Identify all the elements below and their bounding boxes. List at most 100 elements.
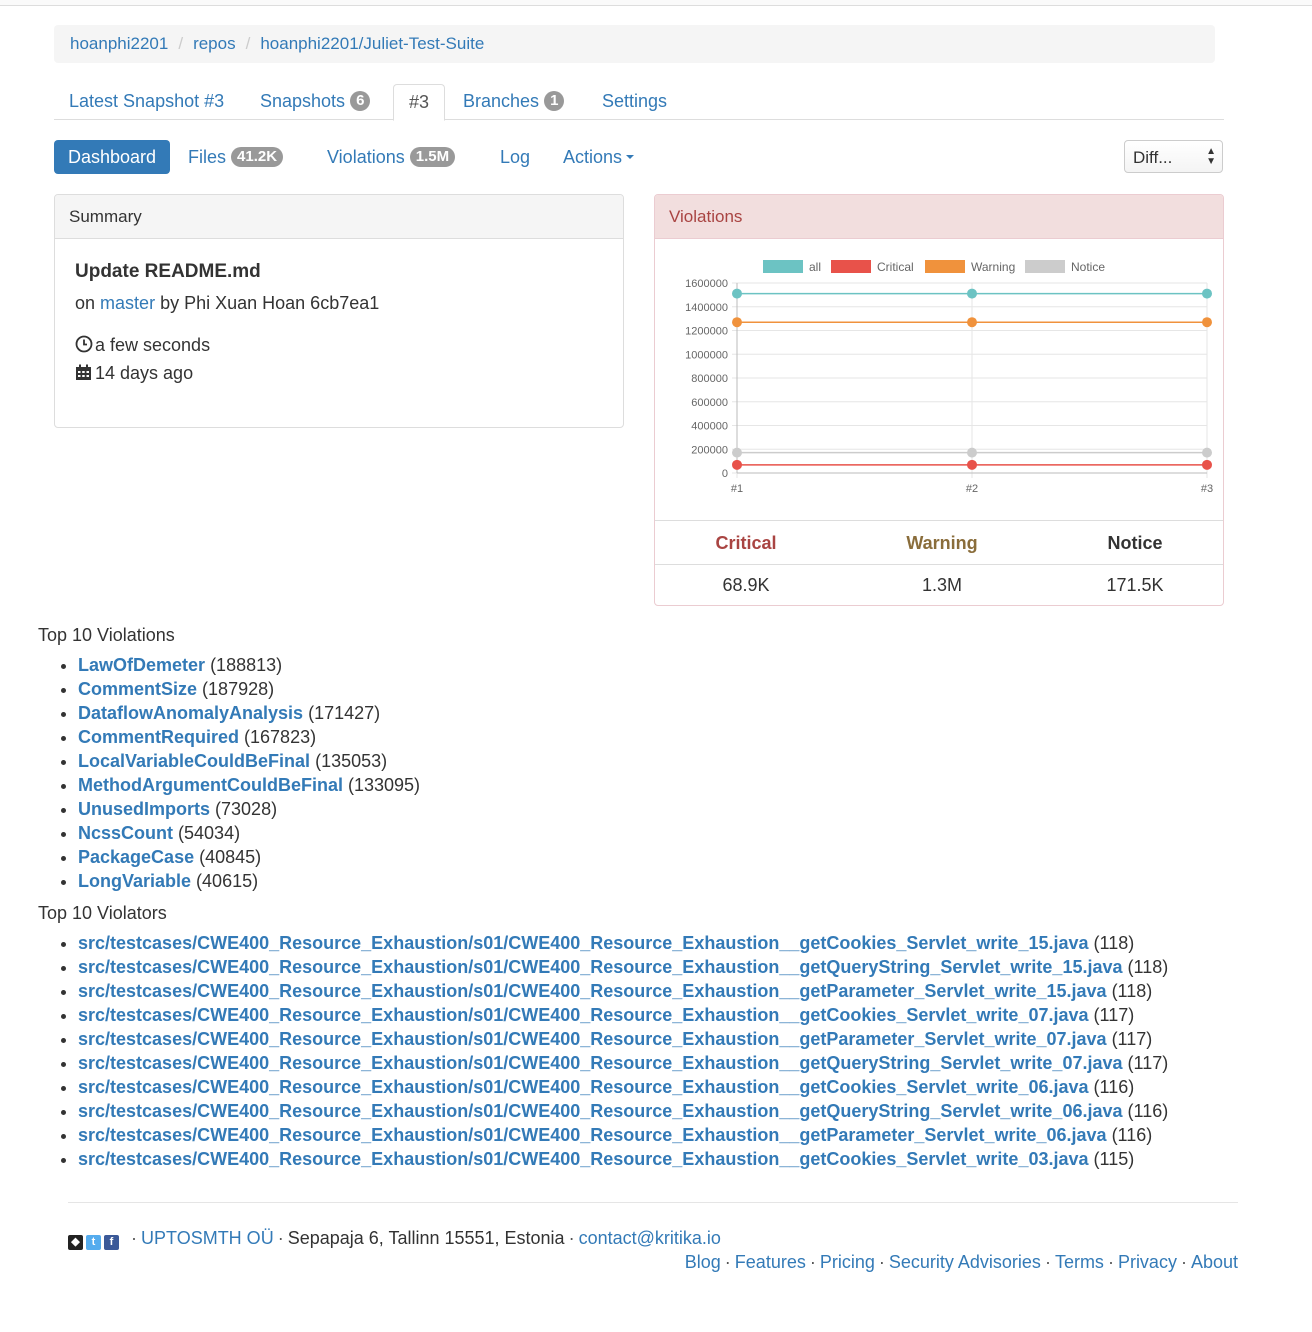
severity-values-row: 68.9K 1.3M 171.5K xyxy=(655,564,1223,606)
count-label: (118) xyxy=(1111,981,1153,1001)
footer-links: Blog · Features · Pricing · Security Advisorie… xyxy=(685,1252,1238,1273)
analysis-duration: a few seconds xyxy=(95,335,211,355)
data-point-warning xyxy=(967,317,977,328)
footer-link-pricing[interactable]: Pricing xyxy=(820,1252,875,1272)
count-label: (188813) xyxy=(210,655,283,675)
violation-link[interactable]: NcssCount xyxy=(78,823,173,843)
commit-title: Update README.md xyxy=(75,261,261,282)
legend-label-warning: Warning xyxy=(971,260,1015,274)
branches-count-badge: 1 xyxy=(544,91,565,111)
list-item: src/testcases/CWE400_Resource_Exhaustion… xyxy=(78,1147,1168,1171)
tab-settings[interactable]: Settings xyxy=(587,84,682,120)
violation-link[interactable]: LawOfDemeter xyxy=(78,655,205,675)
footer-link-privacy[interactable]: Privacy xyxy=(1118,1252,1177,1272)
diff-select-value: Diff... xyxy=(1133,148,1173,167)
footer-separator: · xyxy=(568,1228,575,1248)
breadcrumb-user[interactable]: hoanphi2201 xyxy=(70,34,168,53)
list-item: LongVariable (40615) xyxy=(78,869,420,893)
list-item: src/testcases/CWE400_Resource_Exhaustion… xyxy=(78,955,1168,979)
tab-branches[interactable]: Branches 1 xyxy=(448,84,579,120)
breadcrumb-repos[interactable]: repos xyxy=(193,34,236,53)
count-label: (133095) xyxy=(348,775,421,795)
violator-file-link[interactable]: src/testcases/CWE400_Resource_Exhaustion… xyxy=(78,1077,1089,1097)
violation-link[interactable]: LongVariable xyxy=(78,871,191,891)
nav-files[interactable]: Files 41.2K xyxy=(174,140,297,174)
y-tick-label: 0 xyxy=(722,468,728,480)
violation-link[interactable]: DataflowAnomalyAnalysis xyxy=(78,703,303,723)
count-label: (117) xyxy=(1127,1053,1169,1073)
y-tick-label: 600000 xyxy=(691,397,728,409)
legend-label-all: all xyxy=(809,260,821,274)
nav-actions-dropdown[interactable]: Actions xyxy=(549,140,648,174)
violator-file-link[interactable]: src/testcases/CWE400_Resource_Exhaustion… xyxy=(78,1029,1107,1049)
tab-latest-snapshot[interactable]: Latest Snapshot #3 xyxy=(54,84,239,120)
legend-label-notice: Notice xyxy=(1071,260,1105,274)
nav-violations[interactable]: Violations 1.5M xyxy=(313,140,469,174)
violator-file-link[interactable]: src/testcases/CWE400_Resource_Exhaustion… xyxy=(78,1149,1089,1169)
violation-link[interactable]: CommentRequired xyxy=(78,727,239,747)
count-label: (116) xyxy=(1111,1125,1153,1145)
list-item: src/testcases/CWE400_Resource_Exhaustion… xyxy=(78,931,1168,955)
diff-select[interactable]: Diff... ▲ ▼ xyxy=(1124,140,1223,173)
y-tick-label: 1200000 xyxy=(685,326,728,338)
nav-dashboard[interactable]: Dashboard xyxy=(54,140,171,174)
footer-link-about[interactable]: About xyxy=(1191,1252,1238,1272)
count-label: (54034) xyxy=(178,823,241,843)
list-item: LocalVariableCouldBeFinal (135053) xyxy=(78,749,420,773)
count-label: (40615) xyxy=(196,871,259,891)
count-label: (187928) xyxy=(202,679,275,699)
twitter-icon[interactable]: t xyxy=(86,1235,101,1250)
footer-company: ◆ t f · UPTOSMTH OÜ · Sepapaja 6, Tallinn 155… xyxy=(68,1228,721,1250)
legend-swatch-notice xyxy=(1025,260,1065,273)
violation-link[interactable]: CommentSize xyxy=(78,679,197,699)
violation-link[interactable]: LocalVariableCouldBeFinal xyxy=(78,751,310,771)
violator-file-link[interactable]: src/testcases/CWE400_Resource_Exhaustion… xyxy=(78,933,1089,953)
count-label: (116) xyxy=(1093,1077,1135,1097)
y-tick-label: 1400000 xyxy=(685,302,728,314)
data-point-notice xyxy=(1202,447,1212,458)
list-item: DataflowAnomalyAnalysis (171427) xyxy=(78,701,420,725)
footer-separator: · xyxy=(131,1228,138,1248)
violations-count-badge: 1.5M xyxy=(409,147,456,167)
tab-current-snapshot[interactable]: #3 xyxy=(393,84,446,121)
tab-snapshots[interactable]: Snapshots 6 xyxy=(245,84,385,120)
legend-swatch-all xyxy=(763,260,803,273)
footer-link-features[interactable]: Features xyxy=(735,1252,806,1272)
github-icon[interactable]: ◆ xyxy=(68,1235,83,1250)
commit-author: by Phi Xuan Hoan 6cb7ea1 xyxy=(160,293,380,313)
commit-meta: on master by Phi Xuan Hoan 6cb7ea1 xyxy=(75,289,603,317)
legend-swatch-warning xyxy=(925,260,965,273)
data-point-warning xyxy=(1202,317,1212,328)
facebook-icon[interactable]: f xyxy=(104,1235,119,1250)
violator-file-link[interactable]: src/testcases/CWE400_Resource_Exhaustion… xyxy=(78,1125,1107,1145)
clock-icon xyxy=(75,331,95,359)
nav-log[interactable]: Log xyxy=(486,140,544,174)
data-point-critical xyxy=(967,459,977,470)
violation-link[interactable]: MethodArgumentCouldBeFinal xyxy=(78,775,343,795)
violator-file-link[interactable]: src/testcases/CWE400_Resource_Exhaustion… xyxy=(78,1053,1123,1073)
count-label: (118) xyxy=(1127,957,1169,977)
count-label: (116) xyxy=(1127,1101,1169,1121)
data-point-warning xyxy=(732,317,742,328)
list-item: UnusedImports (73028) xyxy=(78,797,420,821)
violator-file-link[interactable]: src/testcases/CWE400_Resource_Exhaustion… xyxy=(78,981,1107,1001)
calendar-icon xyxy=(75,359,95,387)
notice-value: 171.5K xyxy=(1106,575,1164,595)
violations-heading: Violations xyxy=(655,195,1223,239)
company-link[interactable]: UPTOSMTH OÜ xyxy=(141,1228,274,1248)
branch-link[interactable]: master xyxy=(100,293,155,313)
violator-file-link[interactable]: src/testcases/CWE400_Resource_Exhaustion… xyxy=(78,1101,1123,1121)
violator-file-link[interactable]: src/testcases/CWE400_Resource_Exhaustion… xyxy=(78,957,1123,977)
top-violators-title: Top 10 Violators xyxy=(38,903,167,923)
snapshot-date: 14 days ago xyxy=(95,363,194,383)
violation-link[interactable]: PackageCase xyxy=(78,847,194,867)
footer-link-terms[interactable]: Terms xyxy=(1055,1252,1104,1272)
breadcrumb-repo[interactable]: hoanphi2201/Juliet-Test-Suite xyxy=(260,34,484,53)
contact-email-link[interactable]: contact@kritika.io xyxy=(579,1228,721,1248)
footer-link-security-advisories[interactable]: Security Advisories xyxy=(889,1252,1041,1272)
y-tick-label: 1600000 xyxy=(685,278,728,290)
violation-link[interactable]: UnusedImports xyxy=(78,799,210,819)
violator-file-link[interactable]: src/testcases/CWE400_Resource_Exhaustion… xyxy=(78,1005,1089,1025)
footer-link-blog[interactable]: Blog xyxy=(685,1252,721,1272)
list-item: src/testcases/CWE400_Resource_Exhaustion… xyxy=(78,1027,1168,1051)
